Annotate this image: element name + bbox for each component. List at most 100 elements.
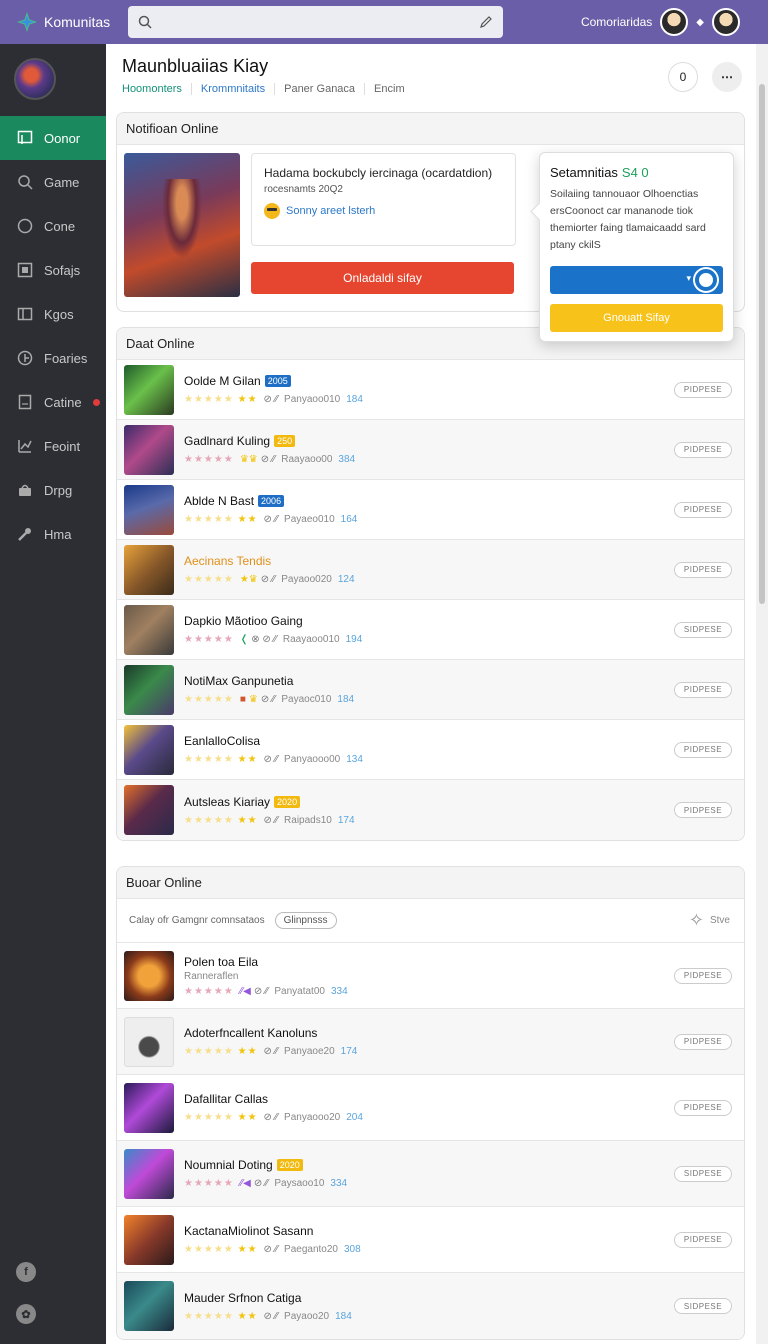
sidebar-item-sofajs[interactable]: Sofajs — [0, 248, 106, 292]
game-thumbnail[interactable] — [124, 424, 174, 475]
pencil-icon[interactable] — [479, 15, 493, 29]
item-title: Noumnial Doting — [184, 1158, 273, 1172]
search-input[interactable] — [160, 14, 471, 30]
list-item[interactable]: Autsleas Kiariay 2020 ★★★★★ ★★ ⊘ ⁄⁄ Raipads… — [117, 780, 744, 840]
game-thumbnail[interactable] — [124, 785, 174, 835]
game-thumbnail[interactable] — [124, 724, 174, 775]
game-thumbnail[interactable] — [124, 1082, 174, 1133]
sunglasses-emoji-icon — [264, 203, 280, 219]
game-thumbnail[interactable] — [124, 364, 174, 415]
status-pill[interactable]: PIDPESE — [674, 802, 732, 818]
sidebar-item-feoint[interactable]: Feoint — [0, 424, 106, 468]
game-thumbnail[interactable] — [124, 544, 174, 595]
item-meta: Panyaooo20 — [284, 1112, 341, 1123]
sparkle-icon: ✧ — [688, 910, 704, 930]
status-pill[interactable]: PIDPESE — [674, 441, 732, 458]
facebook-icon[interactable]: f — [16, 1262, 36, 1282]
list-item[interactable]: Gadlnard Kuling 250 ★★★★★ ♛♛ ⊘ ⁄⁄ Raayaoo00… — [117, 420, 744, 480]
game-thumbnail[interactable] — [124, 664, 174, 715]
status-pill[interactable]: SIDPESE — [674, 621, 732, 638]
sidebar-item-game[interactable]: Game — [0, 160, 106, 204]
list-item[interactable]: EanlalloColisa ★★★★★ ★★ ⊘ ⁄⁄ Panyaooo00 134… — [117, 720, 744, 780]
status-pill[interactable]: PIDPESE — [674, 1033, 732, 1050]
sidebar-avatar[interactable] — [14, 58, 56, 100]
brand[interactable]: Komunitas — [0, 11, 128, 33]
game-thumbnail[interactable] — [124, 484, 174, 535]
item-meta: Payaoc010 — [281, 694, 332, 705]
list-item[interactable]: KactanaMiolinot Sasann ★★★★★ ★★ ⊘ ⁄⁄ Paega… — [117, 1207, 744, 1273]
scrollbar[interactable] — [756, 44, 768, 1344]
game-thumbnail[interactable] — [124, 604, 174, 655]
status-pill[interactable]: PIDPESE — [674, 501, 732, 518]
status-pill[interactable]: SIDPESE — [674, 1165, 732, 1182]
message-link[interactable]: Sonny areet lsterh — [264, 203, 503, 219]
share-button[interactable]: ✧ Stve — [689, 910, 730, 931]
tab-encim[interactable]: Encim — [364, 83, 414, 95]
rating-stars: ★★★★★ ★★ — [184, 754, 258, 765]
attach-button[interactable]: 0 — [668, 62, 698, 92]
rating-stars: ★★★★★ — [184, 1178, 234, 1189]
filter-text: Calay ofr Gamgnr comnsataos — [129, 915, 265, 926]
tab-hoomonters[interactable]: Hoomonters — [122, 83, 191, 95]
status-pill[interactable]: PIDPESE — [674, 741, 732, 758]
item-meta: Payaeo010 — [284, 514, 335, 525]
user-avatar[interactable] — [660, 8, 689, 36]
item-count: 164 — [340, 514, 358, 525]
status-pill[interactable]: PIDPESE — [674, 1099, 732, 1116]
profile-avatar[interactable] — [712, 8, 740, 36]
status-pill[interactable]: PIDPESE — [674, 1231, 732, 1248]
more-button[interactable]: ⋯ — [712, 62, 742, 92]
list-item[interactable]: Dapkio Mãotioo Gaing ★★★★★ ❬ ⊗ ⊘ ⁄⁄ Raayao… — [117, 600, 744, 660]
item-count: 174 — [340, 1046, 358, 1057]
game-thumbnail[interactable] — [124, 1214, 174, 1265]
status-pill[interactable]: SIDPESE — [674, 1298, 732, 1314]
buoa-list: Polen toa Eila Ranneraflen ★★★★★ ⁄⁄◀ ⊘ ⁄⁄… — [117, 943, 744, 1339]
item-title: Dapkio Mãotioo Gaing — [184, 614, 303, 628]
sidebar-item-kgos[interactable]: Kgos — [0, 292, 106, 336]
list-item[interactable]: Oolde M Gilan 2005 ★★★★★ ★★ ⊘ ⁄⁄ Panyaoo010… — [117, 360, 744, 420]
action-icons: ⊘ ⁄⁄ — [263, 1112, 279, 1123]
status-pill[interactable]: PIDPESE — [674, 561, 732, 578]
status-pill[interactable]: PIDPESE — [674, 381, 732, 398]
list-item[interactable]: Polen toa Eila Ranneraflen ★★★★★ ⁄⁄◀ ⊘ ⁄⁄… — [117, 943, 744, 1009]
list-item[interactable]: NotiMax Ganpunetia ★★★★★ ■ ♛ ⊘ ⁄⁄ Payaoc010… — [117, 660, 744, 720]
settings-icon[interactable]: ✿ — [16, 1304, 36, 1324]
tab-krommnitaits[interactable]: Krommnitaits — [190, 83, 274, 95]
list-item[interactable]: Ablde N Bast 2006 ★★★★★ ★★ ⊘ ⁄⁄ Payaeo010 16… — [117, 480, 744, 540]
popover-select[interactable]: ▾ — [550, 266, 723, 294]
settings-popover: Setamnitias S4 0 Soilaiing tannouaor Olh… — [539, 152, 734, 342]
sidebar-item-catine[interactable]: Catine — [0, 380, 106, 424]
tab-paner-ganaca[interactable]: Paner Ganaca — [274, 83, 364, 95]
game-thumbnail[interactable] — [124, 1016, 174, 1067]
primary-action-button[interactable]: Onladaldi sifay — [251, 262, 514, 294]
sidebar-item-drpg[interactable]: Drpg — [0, 468, 106, 512]
list-item[interactable]: Noumnial Doting 2020 ★★★★★ ⁄⁄◀ ⊘ ⁄⁄ Paysaoo… — [117, 1141, 744, 1207]
game-thumbnail[interactable] — [124, 1281, 174, 1331]
item-title: NotiMax Ganpunetia — [184, 674, 294, 688]
sidebar-item-hma[interactable]: Hma — [0, 512, 106, 556]
list-item[interactable]: Dafallitar Callas ★★★★★ ★★ ⊘ ⁄⁄ Panyaooo20… — [117, 1075, 744, 1141]
game-thumbnail[interactable] — [124, 950, 174, 1001]
filter-chip[interactable]: Glinpnsss — [274, 912, 337, 929]
item-meta: Paysaoo10 — [274, 1178, 325, 1189]
feature-image[interactable] — [124, 153, 240, 297]
status-pill[interactable]: PIDPESE — [674, 681, 732, 698]
popover-confirm-button[interactable]: Gnouatt Sifay — [550, 304, 723, 332]
page-title: Maunbluaiias Kiay — [122, 56, 269, 76]
action-icons: ♛♛ ⊘ ⁄⁄ — [239, 454, 276, 465]
top-link[interactable]: Comoriaridas — [581, 15, 652, 29]
sidebar-item-foaries[interactable]: Foaries — [0, 336, 106, 380]
sidebar-item-oonor[interactable]: Oonor — [0, 116, 106, 160]
list-item[interactable]: Adoterfncallent Kanoluns ★★★★★ ★★ ⊘ ⁄⁄ Pan… — [117, 1009, 744, 1075]
status-pill[interactable]: PIDPESE — [674, 967, 732, 984]
sidebar-item-cone[interactable]: Cone — [0, 204, 106, 248]
list-item[interactable]: Mauder Srfnon Catiga ★★★★★ ★★ ⊘ ⁄⁄ Payaoo2… — [117, 1273, 744, 1339]
year-badge: 2020 — [276, 1159, 303, 1171]
item-meta: Panyaooo00 — [284, 754, 341, 765]
list-item[interactable]: Aecinans Tendis ★★★★★ ★♛ ⊘ ⁄⁄ Payaoo020 124… — [117, 540, 744, 600]
scrollbar-thumb[interactable] — [759, 84, 765, 604]
item-meta: Payaoo020 — [281, 574, 332, 585]
search-bar[interactable] — [128, 6, 503, 38]
game-thumbnail[interactable] — [124, 1148, 174, 1199]
item-meta: Panyatat00 — [274, 985, 325, 997]
